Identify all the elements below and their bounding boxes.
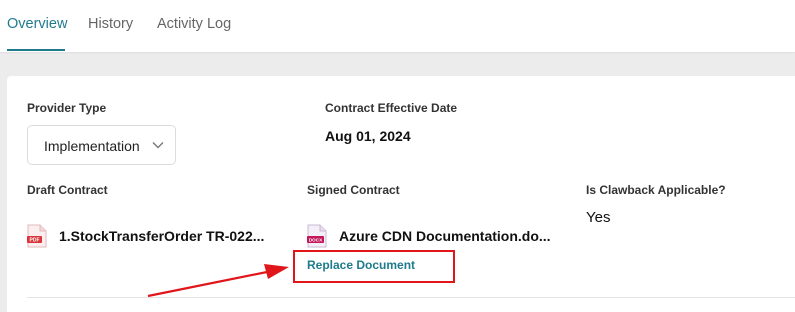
annotation-highlight-box [293,250,455,283]
section-divider [27,297,795,298]
tab-bar: Overview History Activity Log [0,0,795,52]
clawback-applicable-value: Yes [586,209,611,226]
contract-effective-date-value: Aug 01, 2024 [325,128,411,144]
active-tab-indicator [7,49,65,51]
signed-contract-label: Signed Contract [307,183,400,197]
tab-history[interactable]: History [88,16,133,32]
provider-type-label: Provider Type [27,101,107,115]
doc-file-icon: DOCX [307,224,327,248]
clawback-applicable-label: Is Clawback Applicable? [586,183,726,197]
provider-type-value: Implementation [44,138,140,154]
chevron-down-icon [152,142,164,149]
draft-contract-file[interactable]: PDF 1.StockTransferOrder TR-022... [27,224,267,248]
tab-overview[interactable]: Overview [7,16,67,32]
provider-type-select[interactable]: Implementation [27,125,176,165]
contract-effective-date-label: Contract Effective Date [325,101,458,115]
draft-contract-label: Draft Contract [27,183,108,197]
svg-text:DOCX: DOCX [309,238,323,243]
draft-contract-file-name[interactable]: 1.StockTransferOrder TR-022... [59,228,264,244]
svg-text:PDF: PDF [30,238,40,244]
signed-contract-file[interactable]: DOCX Azure CDN Documentation.do... [307,224,551,248]
contract-details-card: Provider Type Implementation Contract Ef… [7,76,795,312]
signed-contract-file-name[interactable]: Azure CDN Documentation.do... [339,228,551,244]
tab-activity-log[interactable]: Activity Log [157,16,231,32]
pdf-file-icon: PDF [27,224,47,248]
